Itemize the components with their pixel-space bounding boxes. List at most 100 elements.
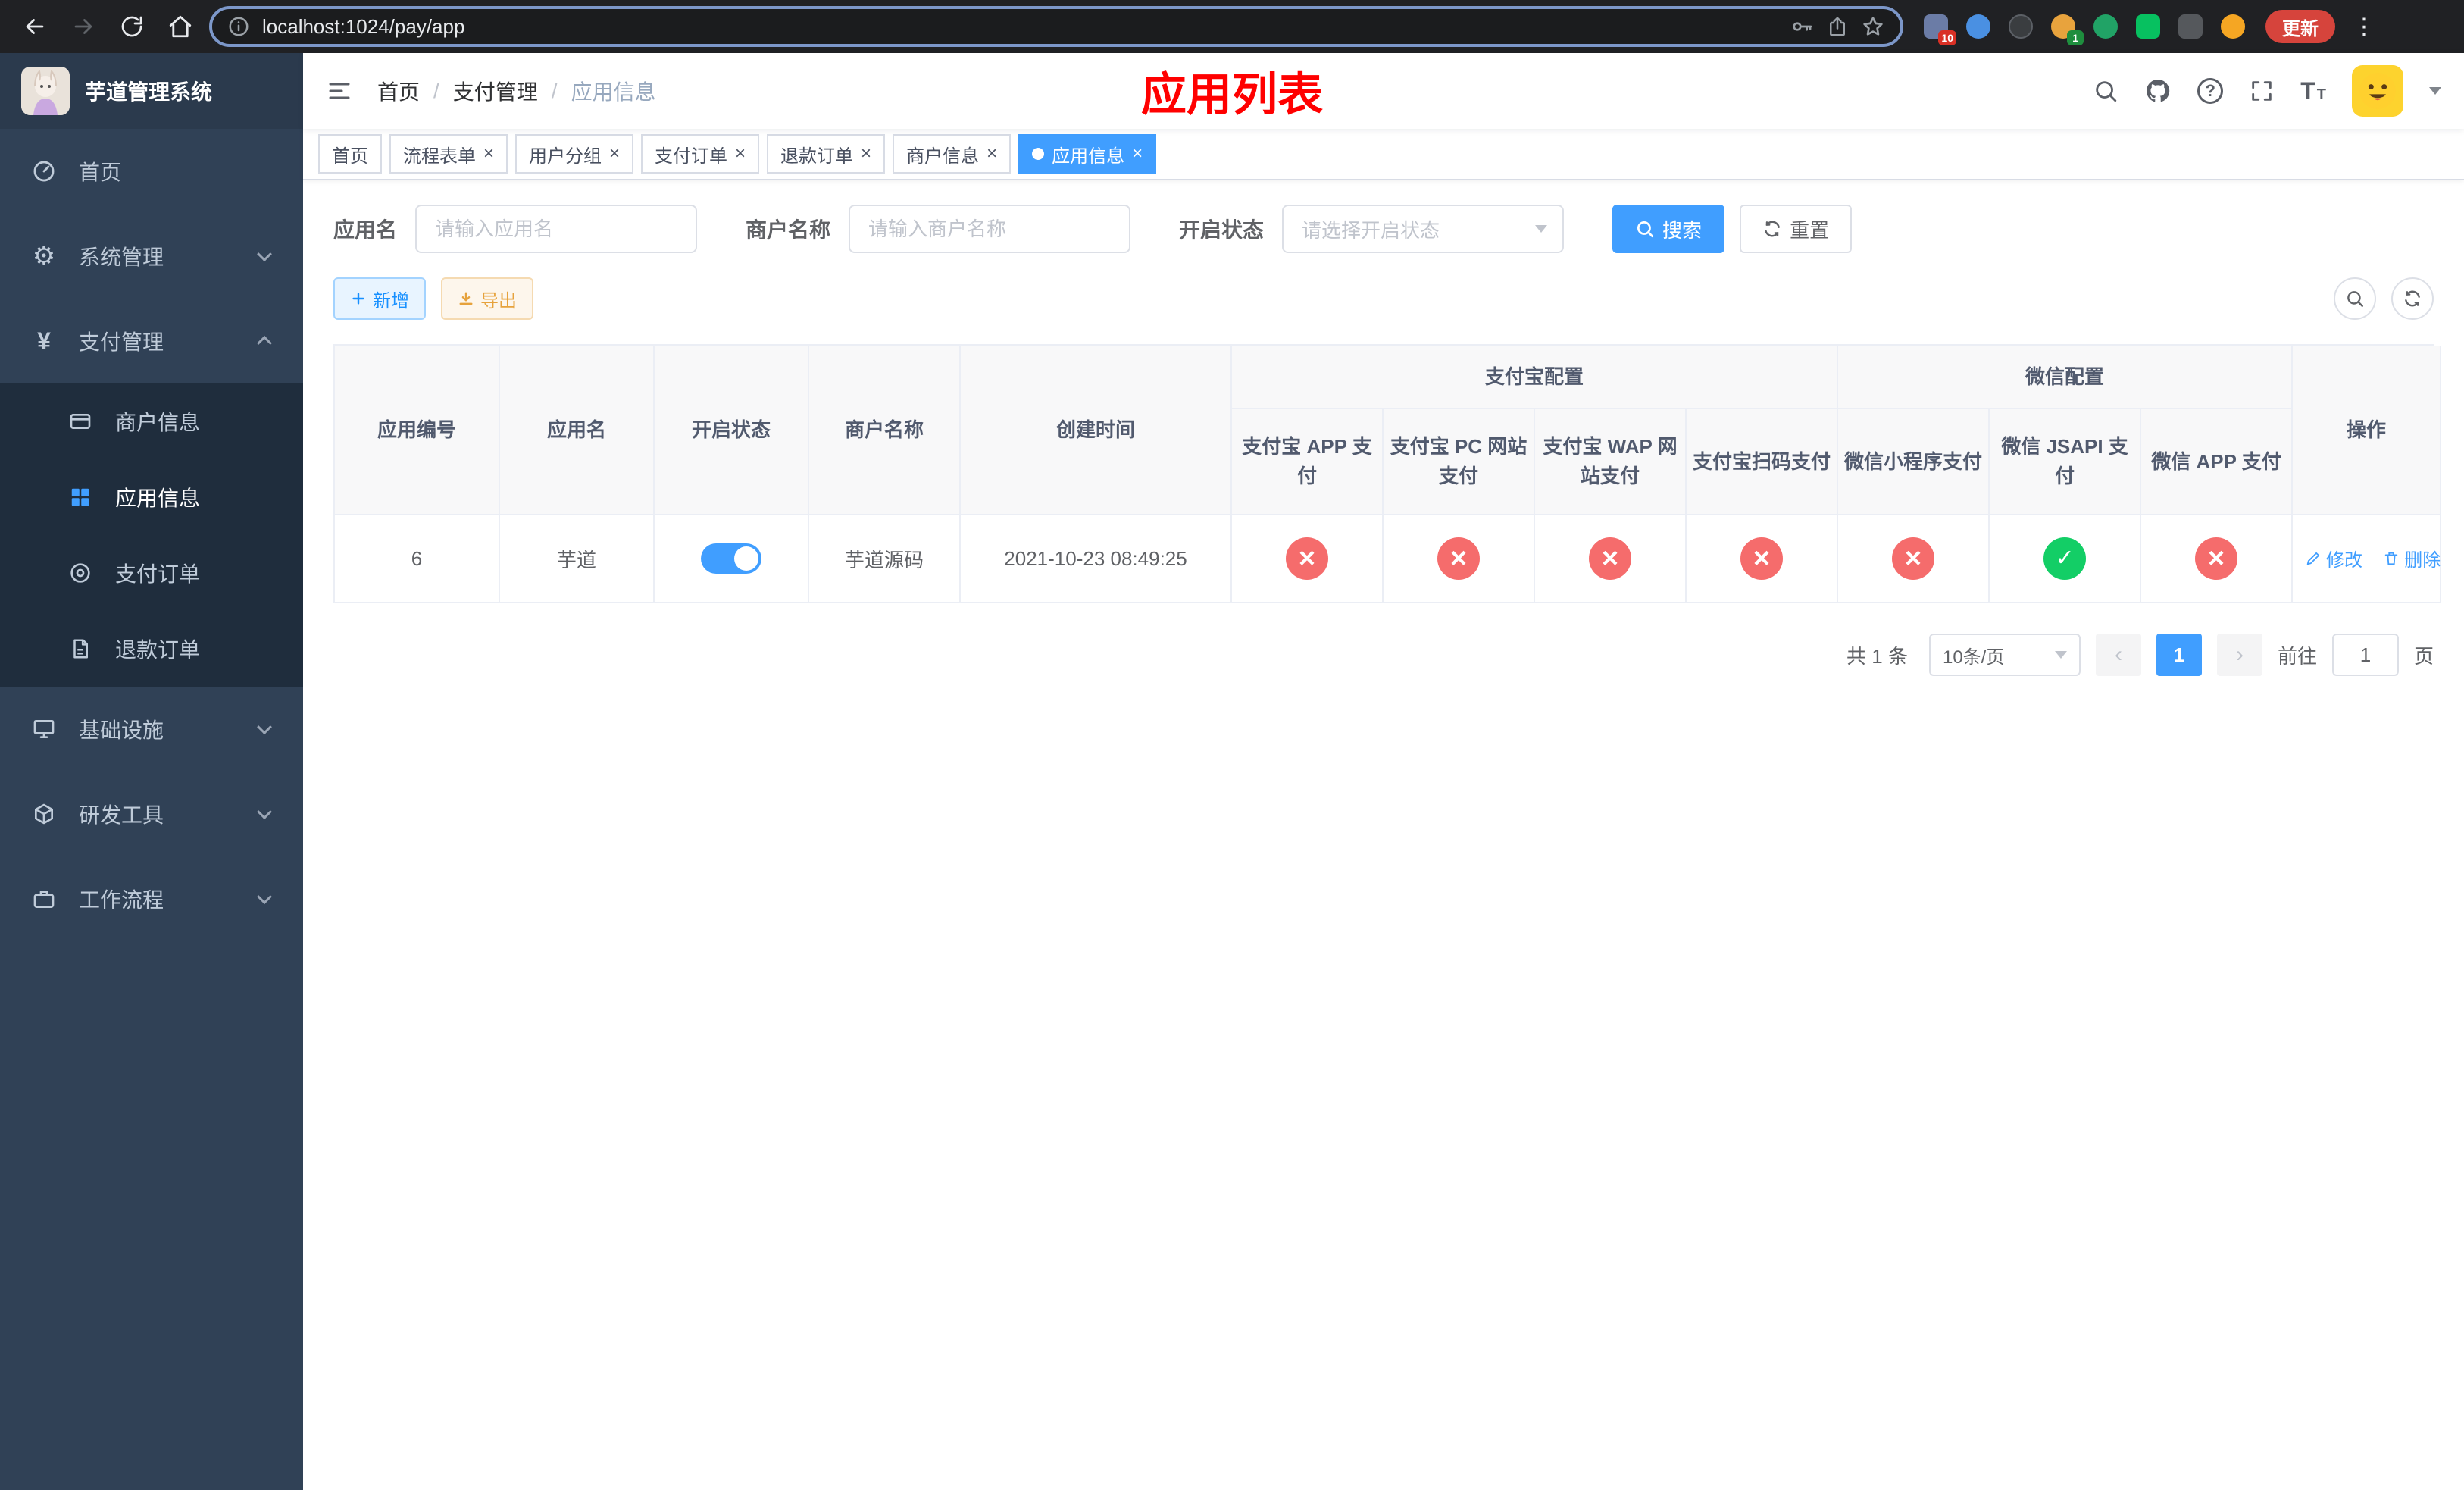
tab-label: 用户分组	[529, 146, 602, 167]
sidebar-item-pay-order[interactable]: 支付订单	[0, 535, 303, 611]
sidebar-item-system[interactable]: 系统管理	[0, 214, 303, 299]
gear-icon	[30, 243, 58, 269]
extension-pin-icon[interactable]	[2176, 12, 2205, 41]
github-icon[interactable]	[2144, 77, 2172, 105]
toggle-search-button[interactable]	[2334, 277, 2376, 320]
user-menu-caret-icon[interactable]	[2429, 87, 2441, 95]
share-icon[interactable]	[1826, 15, 1849, 38]
cross-status-icon	[1437, 537, 1480, 580]
merchant-name-input[interactable]	[849, 205, 1131, 253]
tab-app-info[interactable]: 应用信息	[1018, 134, 1157, 174]
page-title: 应用列表	[1141, 69, 1323, 121]
sidebar-item-dev-tools[interactable]: 研发工具	[0, 772, 303, 856]
search-icon[interactable]	[2093, 78, 2118, 104]
extension-badge-one: 1	[2067, 30, 2084, 45]
status-select[interactable]: 请选择开启状态	[1282, 205, 1565, 253]
sidebar-item-home[interactable]: 首页	[0, 129, 303, 214]
refresh-table-button[interactable]	[2391, 277, 2434, 320]
next-page-button[interactable]	[2216, 634, 2262, 676]
top-navbar: 首页 / 支付管理 / 应用信息 应用列表	[303, 53, 2464, 129]
tab-close-icon[interactable]	[861, 145, 871, 163]
hamburger-icon[interactable]	[326, 77, 353, 105]
pagination: 共 1 条 10条/页 1 前往 页	[333, 634, 2434, 676]
col-wx-app: 微信 APP 支付	[2141, 409, 2294, 515]
edit-link[interactable]: 修改	[2305, 545, 2362, 571]
browser-home-button[interactable]	[161, 7, 200, 46]
wechat-shape	[2136, 14, 2160, 39]
tags-view-bar: 首页 流程表单 用户分组 支付订单 退款订单	[303, 129, 2464, 180]
tab-home[interactable]: 首页	[318, 134, 382, 174]
col-status: 开启状态	[655, 346, 809, 515]
tab-label: 首页	[332, 146, 368, 167]
tab-close-icon[interactable]	[609, 145, 620, 163]
cross-status-icon	[1286, 537, 1328, 580]
tab-refund-order[interactable]: 退款订单	[767, 134, 886, 174]
extension-green-circle-icon[interactable]	[2091, 12, 2120, 41]
search-button[interactable]: 搜索	[1612, 205, 1725, 253]
sidebar-item-merchant-info[interactable]: 商户信息	[0, 383, 303, 459]
app-name-input[interactable]	[415, 205, 698, 253]
trash-icon	[2383, 550, 2400, 567]
bookmark-star-icon[interactable]	[1861, 14, 1885, 39]
add-button[interactable]: 新增	[333, 277, 426, 320]
tab-close-icon[interactable]	[1132, 145, 1143, 163]
extension-face-icon[interactable]	[2219, 12, 2247, 41]
breadcrumb-payment[interactable]: 支付管理	[453, 76, 538, 106]
extension-blue-icon[interactable]	[1964, 12, 1993, 41]
fullscreen-icon[interactable]	[2249, 78, 2275, 104]
tab-close-icon[interactable]	[735, 145, 746, 163]
sidebar-item-infra[interactable]: 基础设施	[0, 687, 303, 772]
delete-link[interactable]: 删除	[2383, 545, 2441, 571]
tab-label: 退款订单	[780, 146, 854, 167]
user-avatar[interactable]	[2352, 65, 2403, 117]
export-button-label: 导出	[480, 290, 517, 311]
password-key-icon[interactable]	[1790, 14, 1814, 39]
cell-alipay-app	[1232, 515, 1384, 603]
address-bar[interactable]: localhost:1024/pay/app	[209, 6, 1903, 47]
browser-back-button[interactable]	[15, 7, 55, 46]
sidebar-item-app-info[interactable]: 应用信息	[0, 459, 303, 535]
page-number-1[interactable]: 1	[2156, 634, 2202, 676]
tab-pay-order[interactable]: 支付订单	[641, 134, 760, 174]
sidebar-item-refund-order[interactable]: 退款订单	[0, 611, 303, 687]
sidebar-logo[interactable]: 芋道管理系统	[0, 53, 303, 129]
extension-avatar-icon[interactable]: 1	[2049, 12, 2084, 45]
extension-wechat-icon[interactable]	[2134, 12, 2162, 41]
col-app-id: 应用编号	[335, 346, 500, 515]
pencil-icon	[2305, 550, 2322, 567]
browser-update-button[interactable]: 更新	[2265, 10, 2335, 43]
font-size-icon[interactable]	[2300, 79, 2326, 103]
tab-process-form[interactable]: 流程表单	[389, 134, 508, 174]
status-toggle[interactable]	[701, 543, 761, 574]
reset-button[interactable]: 重置	[1740, 205, 1853, 253]
sidebar-item-payment[interactable]: 支付管理	[0, 299, 303, 383]
browser-menu-button[interactable]	[2344, 7, 2384, 46]
prev-page-button[interactable]	[2095, 634, 2141, 676]
merchant-name-label: 商户名称	[746, 218, 831, 242]
cell-wx-lite	[1838, 515, 1990, 603]
cross-status-icon	[1892, 537, 1935, 580]
tab-user-group[interactable]: 用户分组	[515, 134, 634, 174]
navbar-actions	[2093, 65, 2441, 117]
breadcrumb-home[interactable]: 首页	[377, 76, 420, 106]
help-icon[interactable]	[2197, 78, 2224, 104]
site-info-icon[interactable]	[227, 15, 250, 38]
extension-badge-count: 10	[1938, 30, 1956, 45]
col-actions: 操作	[2293, 346, 2442, 515]
cell-alipay-pc	[1384, 515, 1535, 603]
page-size-select[interactable]: 10条/页	[1928, 634, 2081, 676]
tab-close-icon[interactable]	[987, 145, 997, 163]
extension-puzzle-icon[interactable]: 10	[1921, 12, 1956, 45]
export-button[interactable]: 导出	[441, 277, 533, 320]
chevron-up-icon	[257, 335, 272, 351]
cell-status	[655, 515, 809, 603]
goto-page-input[interactable]	[2331, 634, 2399, 676]
tab-close-icon[interactable]	[483, 145, 494, 163]
table-row: 6 芋道 芋道源码 2021-10-23 08:49:25 × × × × × …	[335, 515, 2442, 603]
sidebar-item-workflow[interactable]: 工作流程	[0, 856, 303, 941]
browser-forward-button[interactable]	[64, 7, 103, 46]
extension-dark-icon[interactable]	[2006, 12, 2035, 41]
tab-merchant-info[interactable]: 商户信息	[893, 134, 1012, 174]
plus-icon	[350, 290, 367, 307]
browser-reload-button[interactable]	[112, 7, 152, 46]
